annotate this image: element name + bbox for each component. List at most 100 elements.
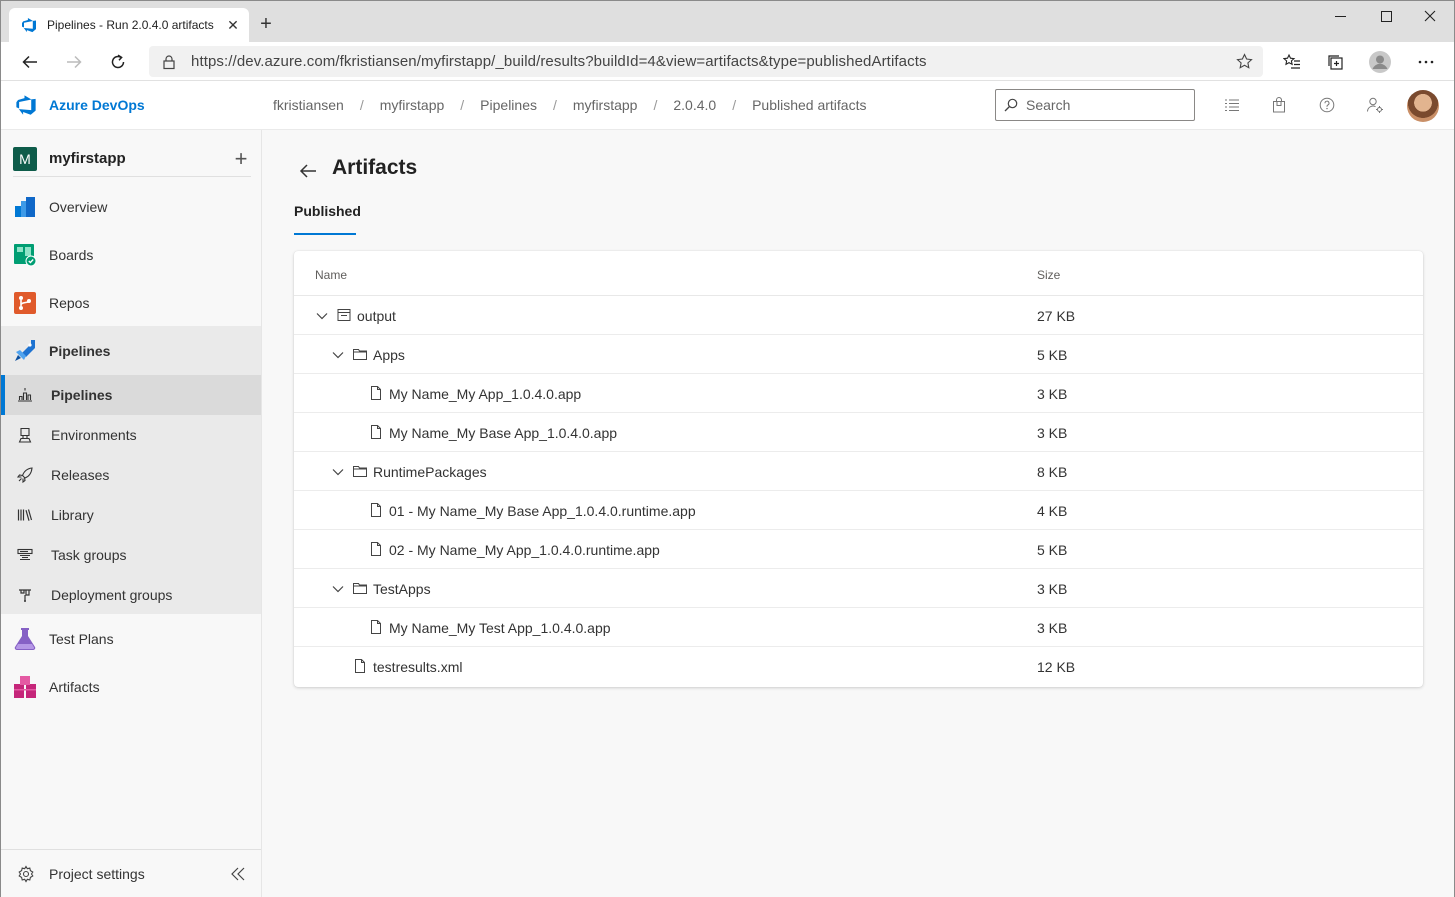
search-icon bbox=[1004, 98, 1018, 112]
tab-close-icon[interactable]: ✕ bbox=[225, 17, 241, 34]
back-arrow-icon[interactable] bbox=[18, 50, 42, 74]
artifact-icon bbox=[337, 309, 351, 321]
sidebar-item-boards[interactable]: Boards bbox=[1, 235, 261, 275]
project-settings[interactable]: Project settings bbox=[1, 849, 261, 897]
close-window-icon[interactable] bbox=[1407, 1, 1453, 31]
table-row[interactable]: RuntimePackages 8 KB bbox=[294, 452, 1423, 491]
row-name: My Name_My App_1.0.4.0.app bbox=[389, 386, 582, 402]
breadcrumb-item[interactable]: myfirstapp bbox=[573, 97, 638, 113]
more-icon[interactable] bbox=[1414, 50, 1438, 74]
sidebar-item-task-groups[interactable]: Task groups bbox=[1, 535, 261, 575]
table-row[interactable]: My Name_My App_1.0.4.0.app 3 KB bbox=[294, 374, 1423, 413]
favorites-icon[interactable] bbox=[1280, 50, 1304, 74]
browser-tab[interactable]: Pipelines - Run 2.0.4.0 artifacts ✕ bbox=[9, 8, 249, 42]
breadcrumb-item[interactable]: Pipelines bbox=[480, 97, 537, 113]
help-icon[interactable] bbox=[1317, 95, 1337, 115]
folder-icon bbox=[353, 583, 367, 594]
row-size: 3 KB bbox=[1037, 581, 1068, 597]
search-placeholder: Search bbox=[1026, 97, 1071, 113]
column-header-name[interactable]: Name bbox=[315, 268, 347, 282]
back-arrow-icon[interactable] bbox=[297, 160, 319, 182]
chevron-down-icon[interactable] bbox=[331, 582, 345, 596]
artifacts-table: Name Size output 27 KB Apps 5 KB My Name… bbox=[294, 251, 1423, 687]
sidebar-item-releases[interactable]: Releases bbox=[1, 455, 261, 495]
row-name: Apps bbox=[373, 347, 405, 363]
table-row[interactable]: My Name_My Base App_1.0.4.0.app 3 KB bbox=[294, 413, 1423, 452]
row-name: testresults.xml bbox=[373, 659, 463, 675]
lock-icon bbox=[163, 54, 175, 69]
task-groups-icon bbox=[15, 545, 35, 565]
sidebar-item-test-plans[interactable]: Test Plans bbox=[1, 619, 261, 659]
file-icon bbox=[371, 620, 381, 634]
table-row[interactable]: 02 - My Name_My App_1.0.4.0.runtime.app … bbox=[294, 530, 1423, 569]
table-row[interactable]: TestApps 3 KB bbox=[294, 569, 1423, 608]
profile-icon[interactable] bbox=[1368, 50, 1392, 74]
sidebar-item-environments[interactable]: Environments bbox=[1, 415, 261, 455]
row-size: 3 KB bbox=[1037, 620, 1068, 636]
tab-published[interactable]: Published bbox=[294, 203, 361, 235]
search-input[interactable]: Search bbox=[995, 89, 1195, 121]
row-size: 4 KB bbox=[1037, 503, 1068, 519]
url-field[interactable]: https://dev.azure.com/fkristiansen/myfir… bbox=[149, 46, 1263, 77]
collections-icon[interactable] bbox=[1324, 50, 1348, 74]
table-row[interactable]: testresults.xml 12 KB bbox=[294, 647, 1423, 686]
sidebar-item-repos[interactable]: Repos bbox=[1, 283, 261, 323]
file-icon bbox=[371, 425, 381, 439]
breadcrumb-item[interactable]: 2.0.4.0 bbox=[673, 97, 716, 113]
brand[interactable]: Azure DevOps bbox=[15, 94, 145, 116]
sidebar-item-artifacts[interactable]: Artifacts bbox=[1, 667, 261, 707]
table-row[interactable]: Apps 5 KB bbox=[294, 335, 1423, 374]
breadcrumb-item[interactable]: myfirstapp bbox=[380, 97, 445, 113]
sidebar-item-library[interactable]: Library bbox=[1, 495, 261, 535]
test-plans-icon bbox=[13, 627, 37, 651]
row-name: My Name_My Test App_1.0.4.0.app bbox=[389, 620, 611, 636]
overview-icon bbox=[13, 195, 37, 219]
page-title: Artifacts bbox=[332, 156, 418, 179]
chevron-down-icon[interactable] bbox=[331, 465, 345, 479]
table-row[interactable]: My Name_My Test App_1.0.4.0.app 3 KB bbox=[294, 608, 1423, 647]
breadcrumb-separator: / bbox=[460, 97, 465, 113]
project-header[interactable]: M myfirstapp + bbox=[13, 141, 251, 177]
sidebar-item-overview[interactable]: Overview bbox=[1, 187, 261, 227]
new-tab-icon[interactable]: + bbox=[255, 13, 277, 35]
sidebar-item-pipelines-sub[interactable]: Pipelines bbox=[1, 375, 261, 415]
add-icon[interactable]: + bbox=[231, 146, 251, 172]
row-name: My Name_My Base App_1.0.4.0.app bbox=[389, 425, 618, 441]
sidebar-item-pipelines[interactable]: Pipelines bbox=[1, 331, 261, 371]
sidebar-item-label: Deployment groups bbox=[51, 587, 173, 603]
breadcrumb-item[interactable]: fkristiansen bbox=[273, 97, 344, 113]
row-name: RuntimePackages bbox=[373, 464, 487, 480]
azure-devops-favicon-icon bbox=[22, 18, 36, 33]
row-name: 01 - My Name_My Base App_1.0.4.0.runtime… bbox=[389, 503, 696, 519]
work-items-list-icon[interactable] bbox=[1222, 95, 1242, 115]
maximize-icon[interactable] bbox=[1363, 1, 1409, 31]
forward-arrow-icon[interactable] bbox=[62, 50, 86, 74]
marketplace-bag-icon[interactable] bbox=[1269, 95, 1289, 115]
breadcrumb-item[interactable]: Published artifacts bbox=[752, 97, 866, 113]
sidebar-item-label: Artifacts bbox=[49, 679, 100, 695]
file-icon bbox=[371, 386, 381, 400]
pipelines-sub-icon bbox=[15, 385, 35, 405]
row-size: 12 KB bbox=[1037, 659, 1076, 675]
sidebar-item-label: Task groups bbox=[51, 547, 127, 563]
sidebar-item-label: Overview bbox=[49, 199, 108, 215]
chevron-down-icon[interactable] bbox=[331, 348, 345, 362]
favorite-star-icon[interactable] bbox=[1236, 53, 1253, 70]
table-row[interactable]: 01 - My Name_My Base App_1.0.4.0.runtime… bbox=[294, 491, 1423, 530]
sidebar-item-deployment-groups[interactable]: Deployment groups bbox=[1, 575, 261, 615]
table-row[interactable]: output 27 KB bbox=[294, 296, 1423, 335]
chevron-down-icon[interactable] bbox=[315, 309, 329, 323]
sidebar-item-label: Pipelines bbox=[49, 343, 111, 359]
collapse-sidebar-icon[interactable] bbox=[229, 865, 247, 883]
user-settings-icon[interactable] bbox=[1365, 95, 1385, 115]
sidebar-item-label: Pipelines bbox=[51, 387, 113, 403]
row-size: 5 KB bbox=[1037, 347, 1068, 363]
column-header-size[interactable]: Size bbox=[1037, 268, 1060, 282]
sidebar-item-label: Repos bbox=[49, 295, 90, 311]
app-header: Azure DevOps fkristiansen / myfirstapp /… bbox=[1, 81, 1454, 130]
row-size: 5 KB bbox=[1037, 542, 1068, 558]
avatar[interactable] bbox=[1407, 90, 1439, 122]
refresh-icon[interactable] bbox=[106, 50, 130, 74]
minimize-icon[interactable] bbox=[1317, 1, 1363, 31]
row-name: 02 - My Name_My App_1.0.4.0.runtime.app bbox=[389, 542, 660, 558]
